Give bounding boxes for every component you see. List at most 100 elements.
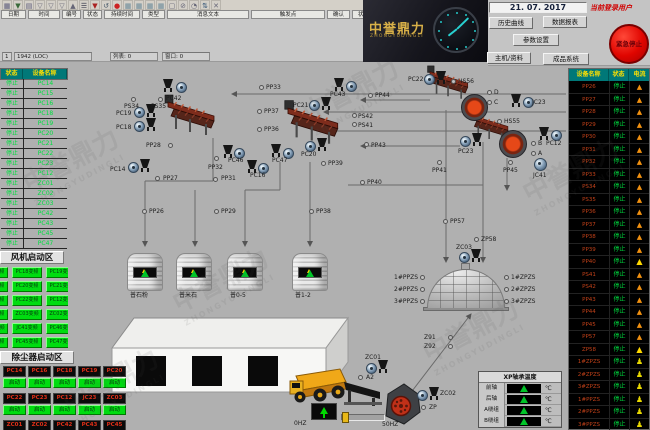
feeder-status-row: PP36停止▲ (569, 206, 649, 219)
device-status: 停止 (1, 129, 23, 139)
diagram-label-PC12: PC12 (546, 141, 561, 147)
feeder-status: 停止 (609, 269, 629, 281)
feeder-person-icon: ♟ (629, 369, 649, 381)
diagram-label-PP41: PP41 (432, 168, 447, 174)
feeder-name: PP28 (569, 106, 609, 118)
diagram-label-C: C (494, 100, 498, 106)
diagram-label-PP38: PP38 (316, 209, 331, 215)
feeder-name: PS42 (569, 281, 609, 293)
diagram-label-PC43: PC43 (330, 92, 345, 98)
hopper-icon (334, 78, 344, 91)
xp-temp-unit: ℃ (545, 394, 552, 405)
xp-temp-value (507, 417, 541, 426)
silo-level-icon (190, 270, 198, 277)
device-status: 停止 (1, 89, 23, 99)
device-status: 停止 (1, 229, 23, 239)
crusher-fan-icon (461, 94, 488, 121)
xp-temp-icon (520, 396, 528, 403)
diagram-label-B: B (538, 141, 542, 147)
diagram-label-PC42: PC42 (166, 96, 181, 102)
device-name: PC16 (23, 99, 67, 109)
diagram-label-PP33: PP33 (266, 85, 281, 91)
freq-slider-thumb[interactable] (342, 412, 349, 423)
xp-temp-unit: ℃ (545, 416, 552, 427)
fan-icon (134, 121, 145, 132)
feeder-bell-icon: ▲ (629, 344, 649, 356)
device-name: PC12 (23, 169, 67, 179)
device-status-row: 停止ZC02 (1, 189, 67, 199)
starter-start-button[interactable]: 启动 (53, 405, 76, 415)
vfd-button[interactable]: PC46变频 (46, 323, 68, 334)
fan-icon (128, 162, 139, 173)
feeder-name: PP33 (569, 169, 609, 181)
vfd-button[interactable]: PC16变频 (0, 295, 8, 306)
feeder-status-row: PP28停止▲ (569, 106, 649, 119)
feeder-gauge-icon: ▲ (629, 294, 649, 306)
vfd-button[interactable]: ZC02变频 (46, 309, 68, 320)
crusher-fan-icon (499, 130, 527, 158)
starter-start-button[interactable]: 启动 (103, 378, 126, 388)
fan-icon (417, 390, 428, 401)
device-status-row: 停止PC21 (1, 139, 67, 149)
vfd-button[interactable]: PC14变频 (0, 267, 8, 278)
device-name: PC22 (23, 149, 67, 159)
starter-start-button[interactable]: 启动 (3, 378, 26, 388)
feeder-status: 停止 (609, 194, 629, 206)
xp-temp-icon (520, 407, 528, 414)
sensor-dot (420, 275, 425, 280)
feeder-status-row: ZP58停止▲ (569, 344, 649, 357)
feeder-gauge-icon: ▲ (629, 106, 649, 118)
starter-start-button[interactable]: 启动 (78, 405, 101, 415)
device-status-row: 停止PC20 (1, 129, 67, 139)
fan-section-title: 风机启动区 (0, 251, 64, 264)
starter-start-button[interactable]: 启动 (103, 405, 126, 415)
vfd-button[interactable]: PC47变频 (46, 337, 68, 348)
feeder-name: 2#PPZS (569, 406, 609, 418)
silo-level-window (233, 267, 257, 278)
left-table-header: 状态 (1, 69, 23, 79)
starter-start-button[interactable]: 启动 (28, 378, 51, 388)
sensor-dot (368, 93, 373, 98)
vfd-button[interactable]: PC19变频 (46, 267, 68, 278)
starter-start-button[interactable]: 启动 (78, 378, 101, 388)
diagram-label-PS35: PS35 (151, 104, 166, 110)
vfd-button[interactable]: PC18变频 (12, 267, 42, 278)
feeder-status-row: PS35停止▲ (569, 194, 649, 207)
xp-temp-label: 后轴 (479, 394, 505, 405)
vfd-button[interactable]: PC22变频 (12, 295, 42, 306)
fan-icon (309, 100, 320, 111)
feeder-name: PP40 (569, 256, 609, 268)
feeder-status-row: PP43停止▲ (569, 294, 649, 307)
vfd-button[interactable]: PC42变频 (0, 337, 8, 348)
feeder-status-row: 3#PPZS停止♟ (569, 419, 649, 430)
starter-start-button[interactable]: 启动 (28, 405, 51, 415)
vfd-button[interactable]: JC41变频 (12, 323, 42, 334)
feeder-status-row: 3#ZPZS停止♟ (569, 381, 649, 394)
starter-start-button[interactable]: 启动 (53, 378, 76, 388)
diagram-label-PC16: PC16 (250, 173, 265, 179)
device-status: 停止 (1, 189, 23, 199)
left-table-header: 设备名称 (23, 69, 67, 79)
feeder-status: 停止 (609, 381, 629, 393)
device-name: PC21 (23, 139, 67, 149)
feeder-person-icon: ♟ (629, 356, 649, 368)
device-name: PC20 (23, 129, 67, 139)
vfd-button[interactable]: ZC01变频 (0, 323, 8, 334)
feeder-status-row: PP57停止▲ (569, 331, 649, 344)
vfd-button[interactable]: PC12变频 (46, 295, 68, 306)
device-status-row: 停止PC15 (1, 89, 67, 99)
feeder-name: PP27 (569, 94, 609, 106)
feeder-name: PP26 (569, 81, 609, 93)
device-name: PC23 (23, 159, 67, 169)
vfd-button[interactable]: PC23变频 (0, 309, 8, 320)
vfd-button[interactable]: ZC03变频 (12, 309, 42, 320)
vfd-button[interactable]: PC20变频 (12, 281, 42, 292)
feeder-gauge-icon: ▲ (629, 331, 649, 343)
vfd-button[interactable]: PC15变频 (0, 281, 8, 292)
feeder-status-table: 设备名称状态电流 PP26停止▲PP27停止▲PP28停止▲PP29停止▲PP3… (568, 68, 650, 430)
device-status: 停止 (1, 169, 23, 179)
vfd-button[interactable]: PC21变频 (46, 281, 68, 292)
starter-device-tile: PC16 (28, 366, 51, 377)
vfd-button[interactable]: PC45变频 (12, 337, 42, 348)
starter-start-button[interactable]: 启动 (3, 405, 26, 415)
